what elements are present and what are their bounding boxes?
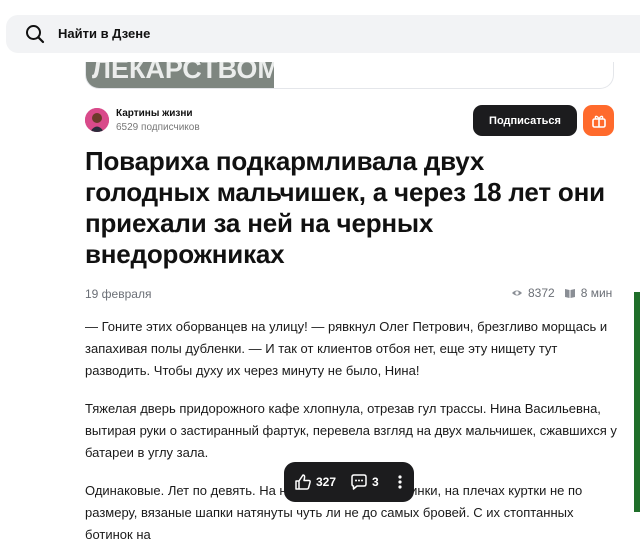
avatar-image xyxy=(85,108,109,132)
publish-date: 19 февраля xyxy=(85,287,152,301)
article-paragraph: Тяжелая дверь придорожного кафе хлопнула… xyxy=(85,401,617,460)
comments-button[interactable]: 3 xyxy=(350,473,379,491)
search-icon xyxy=(26,25,45,44)
more-options-button[interactable] xyxy=(397,474,403,490)
channel-avatar[interactable] xyxy=(85,108,109,132)
ad-banner[interactable]: ЛЕКАРСТВОМ xyxy=(85,58,614,89)
side-panel-edge xyxy=(634,292,640,512)
thumbs-up-icon xyxy=(295,474,311,490)
subscriber-count: 6529 подписчиков xyxy=(116,122,200,133)
ad-image: ЛЕКАРСТВОМ xyxy=(86,58,274,88)
article-paragraph: — Гоните этих оборванцев на улицу! — ряв… xyxy=(85,319,608,378)
channel-name[interactable]: Картины жизни xyxy=(116,108,193,119)
eye-icon xyxy=(512,290,522,296)
top-bar: Найти в Дзене xyxy=(0,0,640,62)
article-stats: 8372 8 мин xyxy=(511,286,612,300)
search-box[interactable]: Найти в Дзене xyxy=(6,15,640,53)
search-label: Найти в Дзене xyxy=(58,26,151,41)
gift-icon xyxy=(591,115,606,128)
like-count: 327 xyxy=(316,475,337,489)
subscribe-button[interactable]: Подписаться xyxy=(473,105,577,136)
more-vertical-icon xyxy=(398,475,402,489)
view-count: 8372 xyxy=(528,286,555,300)
ad-text: ЛЕКАРСТВОМ xyxy=(92,58,274,84)
like-button[interactable]: 327 xyxy=(294,473,336,491)
donate-button[interactable] xyxy=(583,105,614,136)
article-title: Повариха подкармливала двух голодных мал… xyxy=(85,146,605,269)
book-icon xyxy=(564,289,575,298)
comment-count: 3 xyxy=(372,475,379,489)
reaction-bar: 327 3 xyxy=(284,462,414,502)
read-time: 8 мин xyxy=(580,286,613,300)
comment-icon xyxy=(351,474,367,490)
